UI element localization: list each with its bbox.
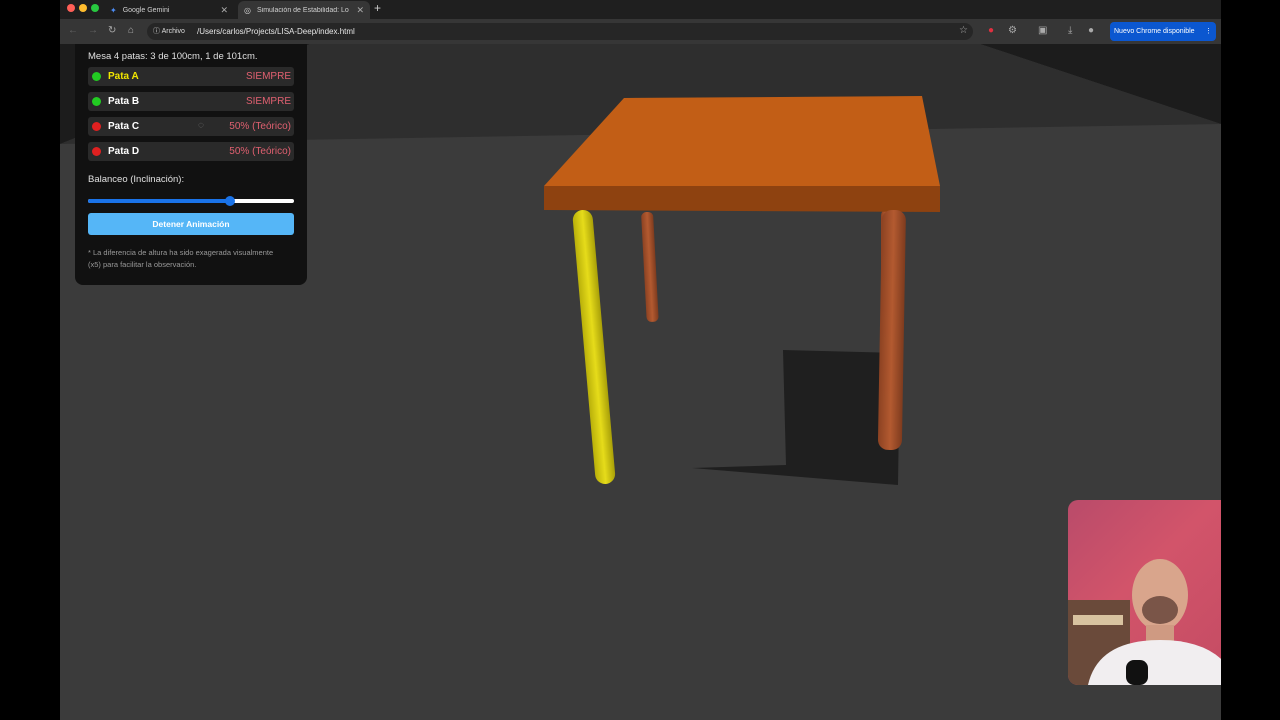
status-dot bbox=[92, 147, 101, 156]
leg-status: 50% (Teórico) bbox=[229, 121, 291, 132]
tab-title: Simulación de Estabilidad: Lo bbox=[256, 6, 349, 14]
bookmark-star-icon[interactable]: ☆ bbox=[959, 24, 968, 38]
info-icon: ⓘ bbox=[153, 28, 160, 35]
profile-icon[interactable]: ● bbox=[1088, 24, 1094, 38]
close-window-icon[interactable] bbox=[67, 4, 75, 12]
globe-icon: ◎ bbox=[244, 5, 251, 15]
presenter-beard bbox=[1142, 596, 1178, 624]
table-top-edge bbox=[544, 186, 940, 212]
loading-spinner-icon: ◌ bbox=[198, 120, 204, 131]
extensions-icon[interactable]: ⚙ bbox=[1008, 24, 1017, 38]
exaggeration-note: * La diferencia de altura ha sido exager… bbox=[88, 248, 274, 269]
browser-window: ✦ Google Gemini ✕ ◎ Simulación de Estabi… bbox=[60, 0, 1221, 720]
leg-name: Pata B bbox=[108, 96, 140, 107]
url-text[interactable]: /Users/carlos/Projects/LISA-Deep/index.h… bbox=[197, 23, 355, 40]
tab-simulacion[interactable]: ◎ Simulación de Estabilidad: Lo ✕ bbox=[238, 1, 370, 19]
leg-front-right bbox=[877, 209, 906, 450]
leg-name: Pata C bbox=[108, 121, 140, 132]
tilt-slider[interactable] bbox=[88, 196, 294, 206]
leg-name: Pata D bbox=[108, 146, 140, 157]
close-tab-icon[interactable]: ✕ bbox=[220, 5, 228, 16]
leg-row-b: Pata B SIEMPRE bbox=[88, 92, 294, 111]
slider-thumb[interactable] bbox=[225, 196, 236, 206]
tilt-slider-label: Balanceo (Inclinación): bbox=[88, 174, 185, 185]
leg-row-a: Pata A SIEMPRE bbox=[88, 67, 294, 86]
maximize-window-icon[interactable] bbox=[91, 4, 99, 12]
back-icon[interactable]: ← bbox=[68, 24, 78, 38]
webcam-overlay bbox=[1068, 500, 1221, 685]
file-chip-label: Archivo bbox=[161, 28, 185, 35]
leg-row-c: Pata C ◌ 50% (Teórico) bbox=[88, 117, 294, 136]
leg-status: SIEMPRE bbox=[245, 96, 291, 107]
download-icon[interactable]: ⤓ bbox=[1068, 24, 1072, 38]
update-label: Nuevo Chrome disponible bbox=[1114, 28, 1195, 35]
minimize-window-icon[interactable] bbox=[79, 4, 87, 12]
presenter-video bbox=[1068, 559, 1221, 685]
tab-google-gemini[interactable]: ✦ Google Gemini ✕ bbox=[104, 1, 234, 19]
leg-name: Pata A bbox=[108, 71, 139, 82]
address-bar[interactable]: ⓘ Archivo /Users/carlos/Projects/LISA-De… bbox=[147, 23, 973, 40]
status-dot bbox=[92, 122, 101, 131]
leg-status: SIEMPRE bbox=[245, 71, 291, 82]
tab-title: Google Gemini bbox=[122, 6, 170, 14]
status-dot bbox=[92, 97, 101, 106]
gemini-icon: ✦ bbox=[110, 5, 117, 15]
forward-icon[interactable]: → bbox=[88, 24, 98, 38]
file-chip[interactable]: ⓘ Archivo bbox=[153, 25, 185, 38]
background-object bbox=[1073, 615, 1123, 625]
extension-record-icon[interactable]: ● bbox=[988, 24, 994, 38]
more-menu-icon: ⋮ bbox=[1205, 28, 1212, 35]
new-tab-icon[interactable]: + bbox=[374, 0, 381, 17]
chrome-update-button[interactable]: Nuevo Chrome disponible ⋮ bbox=[1110, 22, 1216, 41]
tab-strip: ✦ Google Gemini ✕ ◎ Simulación de Estabi… bbox=[60, 0, 1221, 19]
reload-icon[interactable]: ↻ bbox=[108, 24, 116, 38]
stop-animation-button[interactable]: Detener Animación bbox=[88, 213, 294, 235]
close-tab-icon[interactable]: ✕ bbox=[356, 5, 364, 16]
home-icon[interactable]: ⌂ bbox=[128, 24, 134, 38]
side-panel-icon[interactable]: ▣ bbox=[1038, 24, 1047, 38]
microphone bbox=[1126, 660, 1148, 685]
panel-title: Mesa 4 patas: 3 de 100cm, 1 de 101cm. bbox=[88, 51, 258, 62]
slider-fill bbox=[88, 199, 231, 203]
leg-row-d: Pata D 50% (Teórico) bbox=[88, 142, 294, 161]
leg-status: 50% (Teórico) bbox=[229, 146, 291, 157]
status-dot bbox=[92, 72, 101, 81]
browser-toolbar: ← → ↻ ⌂ ⓘ Archivo /Users/carlos/Projects… bbox=[60, 19, 1221, 44]
control-panel: Mesa 4 patas: 3 de 100cm, 1 de 101cm. Pa… bbox=[75, 44, 307, 285]
